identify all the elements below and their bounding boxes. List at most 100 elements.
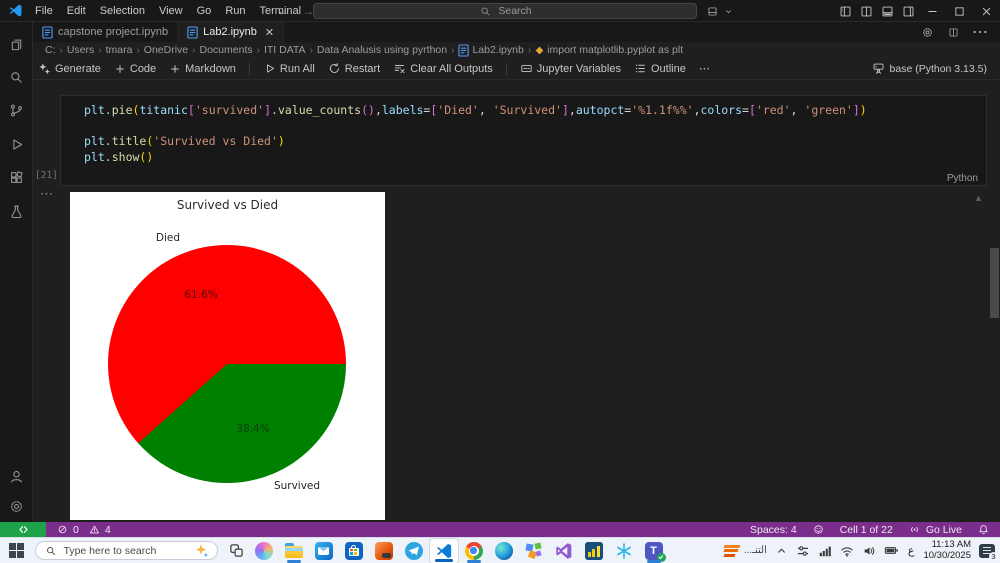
go-live-button[interactable]: Go Live bbox=[907, 522, 962, 537]
task-view-button[interactable] bbox=[229, 543, 244, 558]
menu-run[interactable]: Run bbox=[218, 0, 252, 22]
remote-indicator[interactable] bbox=[0, 522, 46, 537]
maximize-button[interactable] bbox=[946, 0, 973, 22]
quick-settings-icon[interactable] bbox=[796, 544, 810, 558]
notifications-bell-icon[interactable] bbox=[978, 524, 989, 535]
code-cell[interactable]: plt.pie(titanic['survived'].value_counts… bbox=[60, 95, 987, 186]
breadcrumb-separator: › bbox=[136, 44, 140, 56]
command-center-search[interactable]: Search bbox=[313, 3, 697, 19]
keyboard-language-indicator[interactable]: ع bbox=[907, 544, 916, 557]
taskbar-app-m365[interactable] bbox=[369, 538, 399, 563]
notebook-file-icon bbox=[187, 25, 198, 39]
tab-capstone-project-ipynb[interactable]: capstone project.ipynb bbox=[33, 22, 179, 42]
taskbar-app-power-bi[interactable] bbox=[579, 538, 609, 563]
time: 11:13 AM bbox=[931, 539, 971, 550]
taskbar-app-visual-studio[interactable] bbox=[549, 538, 579, 563]
window-controls bbox=[835, 0, 1000, 22]
toggle-panel-button[interactable] bbox=[877, 0, 898, 22]
tray-overflow-chevron[interactable] bbox=[775, 544, 788, 557]
menu-file[interactable]: File bbox=[28, 0, 60, 22]
taskbar-app-outlook[interactable] bbox=[309, 538, 339, 563]
back-button[interactable]: ← bbox=[277, 4, 289, 18]
run-debug-icon[interactable] bbox=[0, 137, 32, 152]
taskbar-app-vscode[interactable] bbox=[428, 537, 459, 563]
jupyter-variables-button[interactable]: Jupyter Variables bbox=[520, 62, 621, 75]
running-indicator bbox=[466, 560, 481, 563]
close-tab-icon[interactable]: ✕ bbox=[265, 26, 274, 39]
breadcrumb-item[interactable]: Users bbox=[67, 44, 94, 56]
breadcrumb-item[interactable]: C: bbox=[45, 44, 56, 56]
widgets-button[interactable]: التنـ... bbox=[723, 544, 767, 558]
cell-indicator[interactable]: Cell 1 of 22 bbox=[840, 524, 893, 536]
minimize-button[interactable] bbox=[919, 0, 946, 22]
editor-scrollbar[interactable] bbox=[990, 248, 999, 318]
more-tab-actions-icon[interactable]: ⋯ bbox=[972, 22, 988, 42]
close-window-button[interactable] bbox=[973, 0, 1000, 22]
tab-lab2-ipynb[interactable]: Lab2.ipynb ✕ bbox=[178, 22, 285, 42]
menu-edit[interactable]: Edit bbox=[60, 0, 93, 22]
add-code-cell-button[interactable]: Code bbox=[114, 63, 156, 75]
run-all-button[interactable]: Run All bbox=[263, 62, 315, 75]
taskbar-app-telegram[interactable] bbox=[399, 538, 429, 563]
restart-button[interactable]: Restart bbox=[328, 62, 380, 75]
kernel-picker[interactable]: base (Python 3.13.5) bbox=[872, 62, 987, 75]
account-icon[interactable] bbox=[0, 469, 32, 484]
add-markdown-cell-button[interactable]: Markdown bbox=[169, 63, 236, 75]
outline-button[interactable]: Outline bbox=[634, 62, 686, 75]
notification-center-button[interactable]: 3 bbox=[979, 543, 998, 561]
menu-go[interactable]: Go bbox=[190, 0, 219, 22]
errors-icon bbox=[57, 524, 67, 534]
cellular-icon[interactable] bbox=[818, 544, 832, 558]
explorer-icon[interactable] bbox=[0, 37, 32, 52]
menu-selection[interactable]: Selection bbox=[93, 0, 152, 22]
vscode-logo-icon bbox=[8, 3, 23, 18]
indent-indicator[interactable]: Spaces: 4 bbox=[750, 524, 797, 536]
breadcrumb-item[interactable]: Lab2.ipynb bbox=[458, 43, 524, 57]
notebook-settings-icon[interactable] bbox=[922, 26, 934, 38]
code-area[interactable]: plt.pie(titanic['survived'].value_counts… bbox=[61, 96, 986, 165]
menu-view[interactable]: View bbox=[152, 0, 190, 22]
toolbar-separator bbox=[248, 62, 250, 75]
cell-language-label[interactable]: Python bbox=[947, 173, 978, 184]
breadcrumb-separator: › bbox=[59, 44, 63, 56]
breadcrumb-item[interactable]: ITI DATA bbox=[264, 44, 306, 56]
taskbar-app-microsoft-store[interactable] bbox=[339, 538, 369, 563]
breadcrumb-item[interactable]: Documents bbox=[200, 44, 253, 56]
wifi-icon[interactable] bbox=[840, 544, 854, 558]
taskbar-app-app-squares[interactable] bbox=[519, 538, 549, 563]
date: 10/30/2025 bbox=[923, 549, 971, 561]
generate-button[interactable]: Generate bbox=[38, 62, 101, 75]
taskbar-app-snowflake[interactable] bbox=[609, 538, 639, 563]
taskbar-app-copilot[interactable] bbox=[249, 538, 279, 563]
taskbar-app-edge[interactable] bbox=[489, 538, 519, 563]
settings-gear-icon[interactable] bbox=[0, 499, 32, 514]
breadcrumb-item[interactable]: import matplotlib.pyplot as plt bbox=[535, 44, 683, 56]
taskbar-app-teams[interactable]: T bbox=[639, 538, 669, 563]
start-button[interactable] bbox=[9, 543, 24, 558]
search-sidebar-icon[interactable] bbox=[0, 70, 32, 85]
toggle-secondary-sidebar-button[interactable] bbox=[898, 0, 919, 22]
taskbar-search-placeholder: Type here to search bbox=[63, 544, 157, 557]
problems-indicator[interactable]: 0 4 bbox=[55, 522, 116, 537]
split-editor-icon[interactable] bbox=[948, 27, 958, 37]
breadcrumb-item[interactable]: Data Analusis using pyrthon bbox=[317, 44, 447, 56]
customize-layout-button[interactable] bbox=[835, 0, 856, 22]
taskbar-app-chrome[interactable] bbox=[459, 538, 489, 563]
output-options-icon[interactable]: ⋯ bbox=[40, 186, 53, 202]
more-actions-button[interactable]: ⋯ bbox=[699, 62, 710, 75]
feedback-smiley-icon[interactable] bbox=[813, 524, 824, 535]
extensions-icon[interactable] bbox=[0, 170, 32, 185]
layout-dropdown-button[interactable] bbox=[706, 0, 736, 22]
toggle-sidebar-button[interactable] bbox=[856, 0, 877, 22]
taskbar-search[interactable]: Type here to search bbox=[34, 541, 218, 560]
breadcrumb-item[interactable]: OneDrive bbox=[144, 44, 188, 56]
taskbar-app-file-explorer[interactable] bbox=[279, 538, 309, 563]
volume-icon[interactable] bbox=[862, 544, 876, 558]
clear-all-outputs-button[interactable]: Clear All Outputs bbox=[393, 62, 493, 75]
battery-icon[interactable] bbox=[884, 543, 899, 558]
testing-icon[interactable] bbox=[0, 204, 32, 219]
source-control-icon[interactable] bbox=[0, 103, 32, 118]
taskbar-clock[interactable]: 11:13 AM 10/30/2025 bbox=[923, 539, 971, 561]
breadcrumb-item[interactable]: tmara bbox=[106, 44, 133, 56]
snowflake-icon bbox=[615, 542, 633, 560]
